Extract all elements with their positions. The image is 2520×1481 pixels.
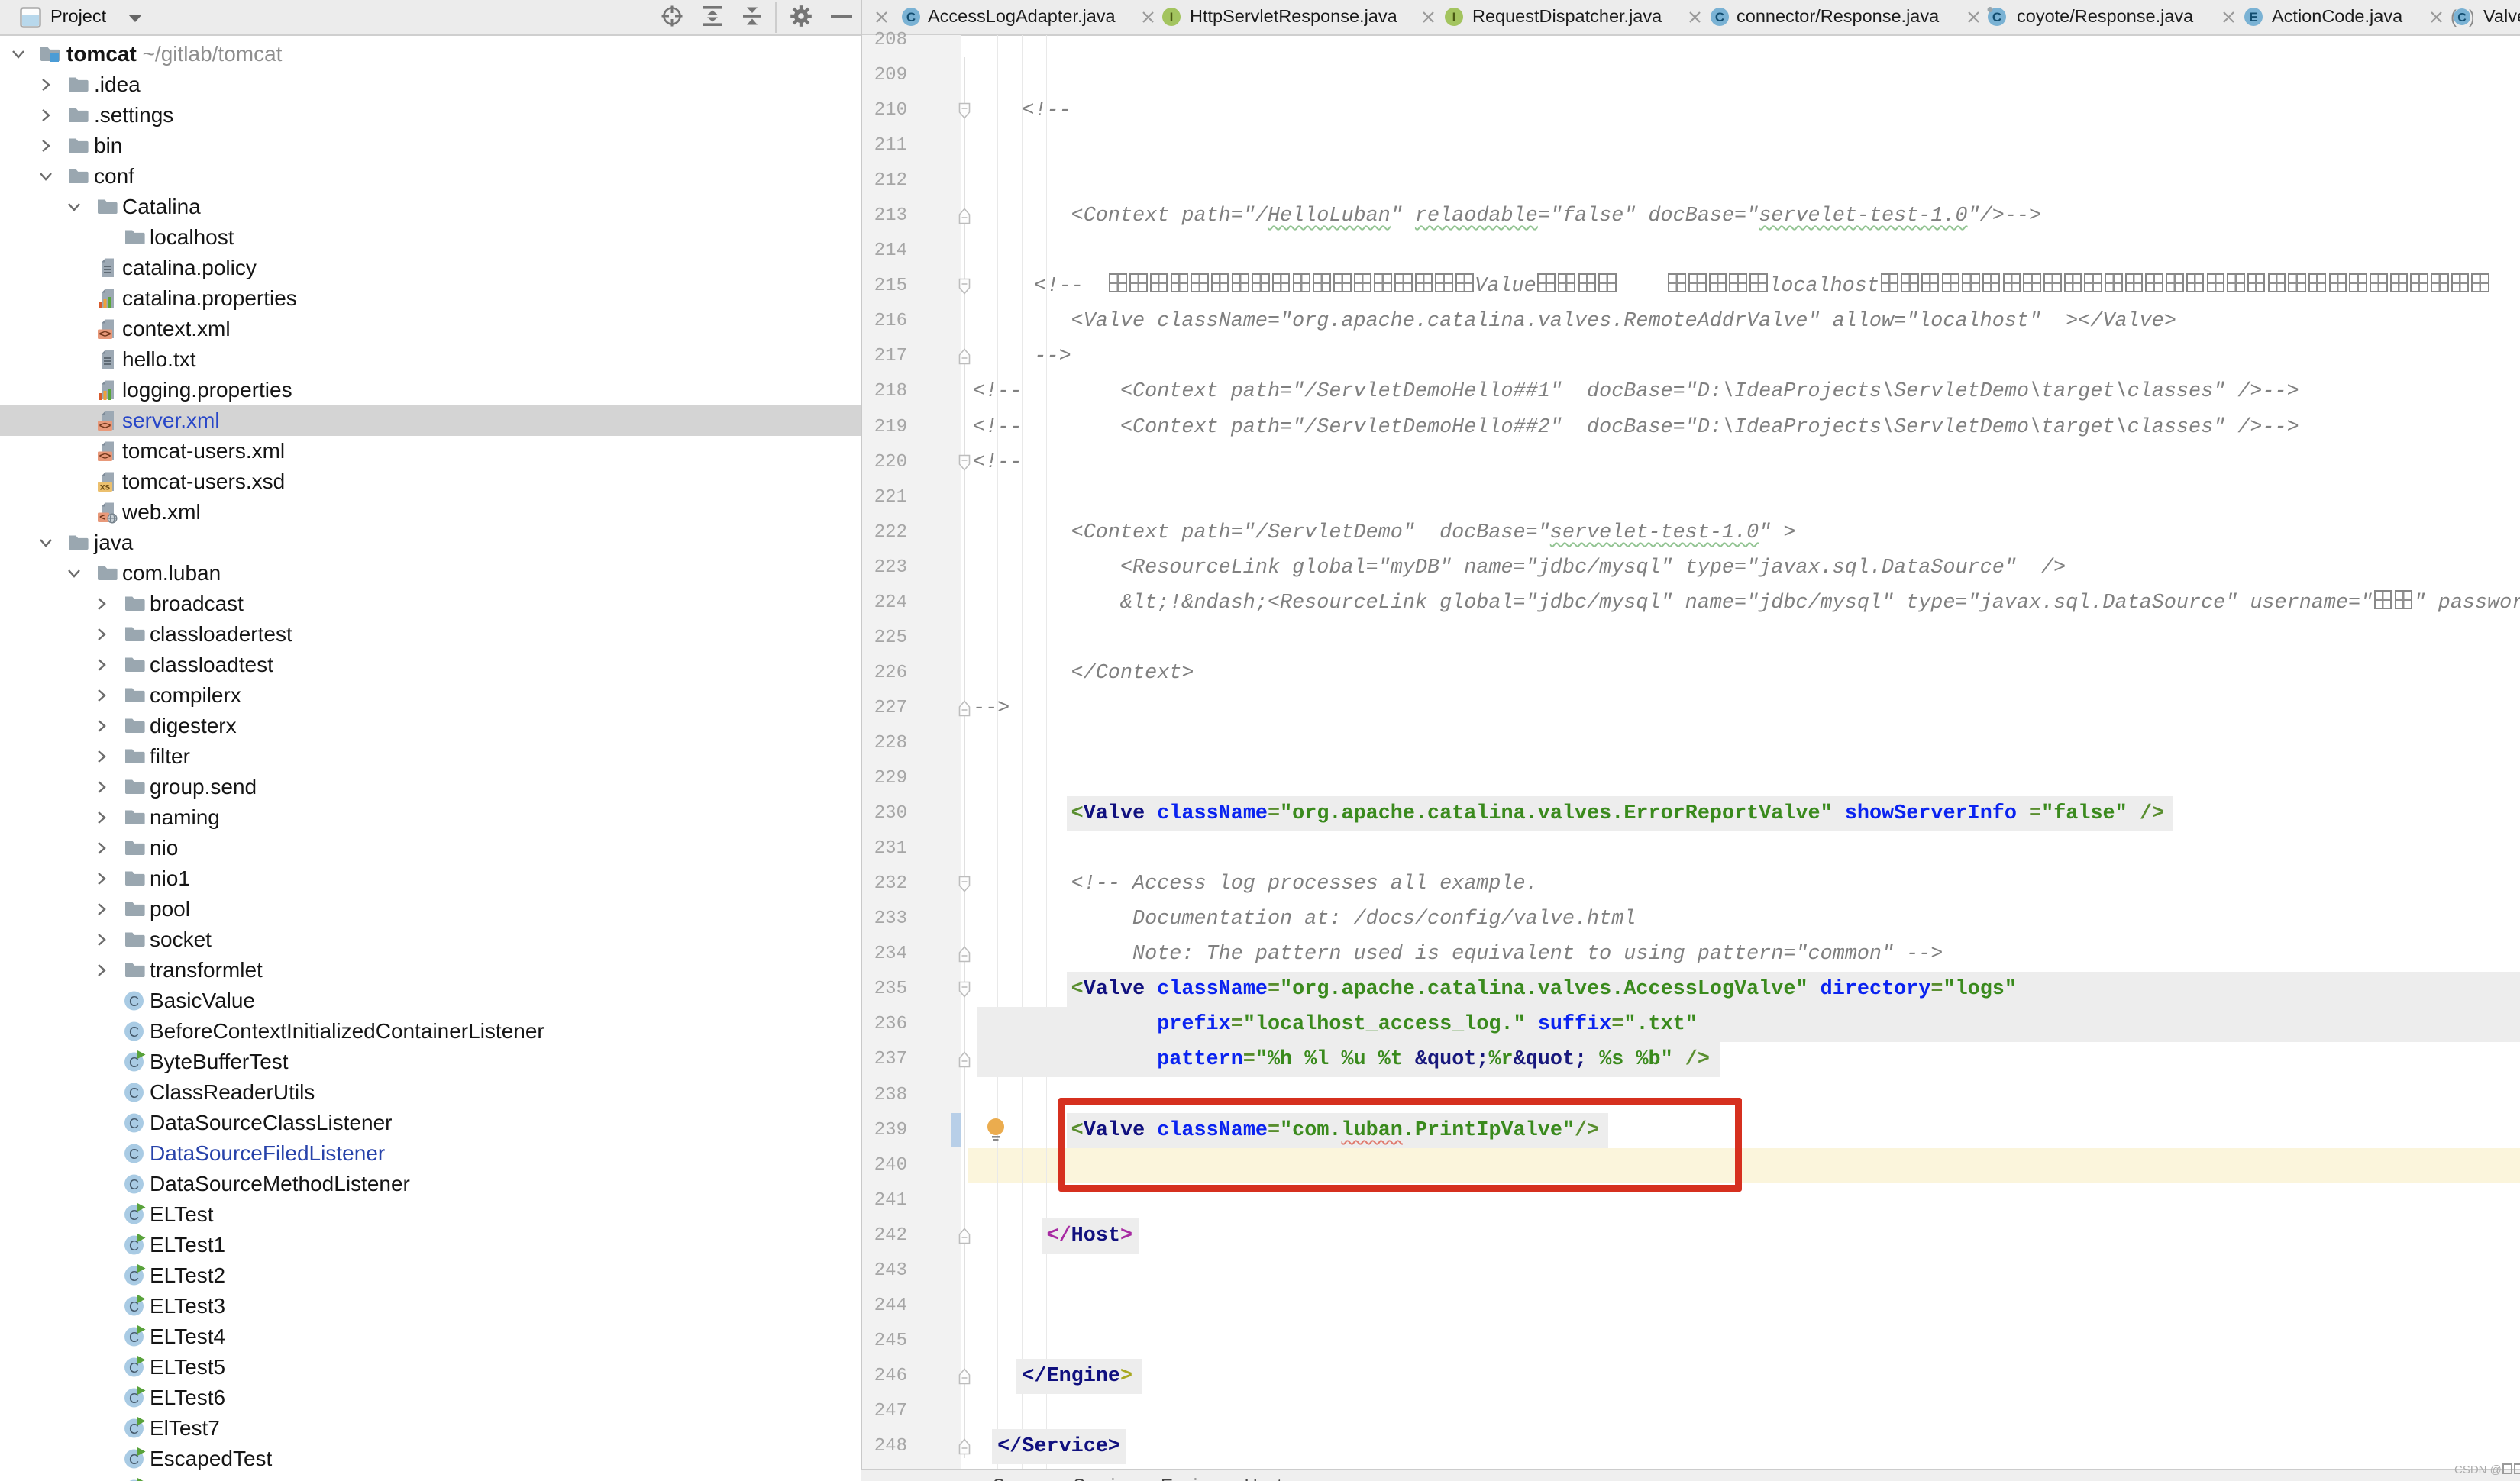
svg-text:I: I bbox=[1452, 10, 1456, 24]
svg-text:C: C bbox=[129, 994, 139, 1009]
svg-text:C: C bbox=[906, 10, 916, 24]
svg-text:C: C bbox=[1715, 10, 1724, 24]
svg-text:E: E bbox=[2249, 10, 2257, 24]
svg-text:<>: <> bbox=[99, 451, 111, 463]
svg-text:C: C bbox=[129, 1024, 139, 1040]
svg-text:C: C bbox=[129, 1147, 139, 1162]
svg-text:xs: xs bbox=[100, 482, 111, 492]
svg-text:C: C bbox=[2457, 11, 2467, 24]
svg-text:C: C bbox=[129, 1116, 139, 1131]
svg-text:C: C bbox=[129, 1177, 139, 1192]
svg-text:<: < bbox=[99, 512, 105, 524]
svg-text:): ) bbox=[2469, 7, 2473, 27]
svg-text:C: C bbox=[129, 1086, 139, 1101]
svg-text:<>: <> bbox=[99, 421, 111, 432]
svg-text:I: I bbox=[1170, 10, 1174, 24]
svg-text:C: C bbox=[1992, 10, 2001, 24]
svg-text:<>: <> bbox=[99, 329, 111, 340]
